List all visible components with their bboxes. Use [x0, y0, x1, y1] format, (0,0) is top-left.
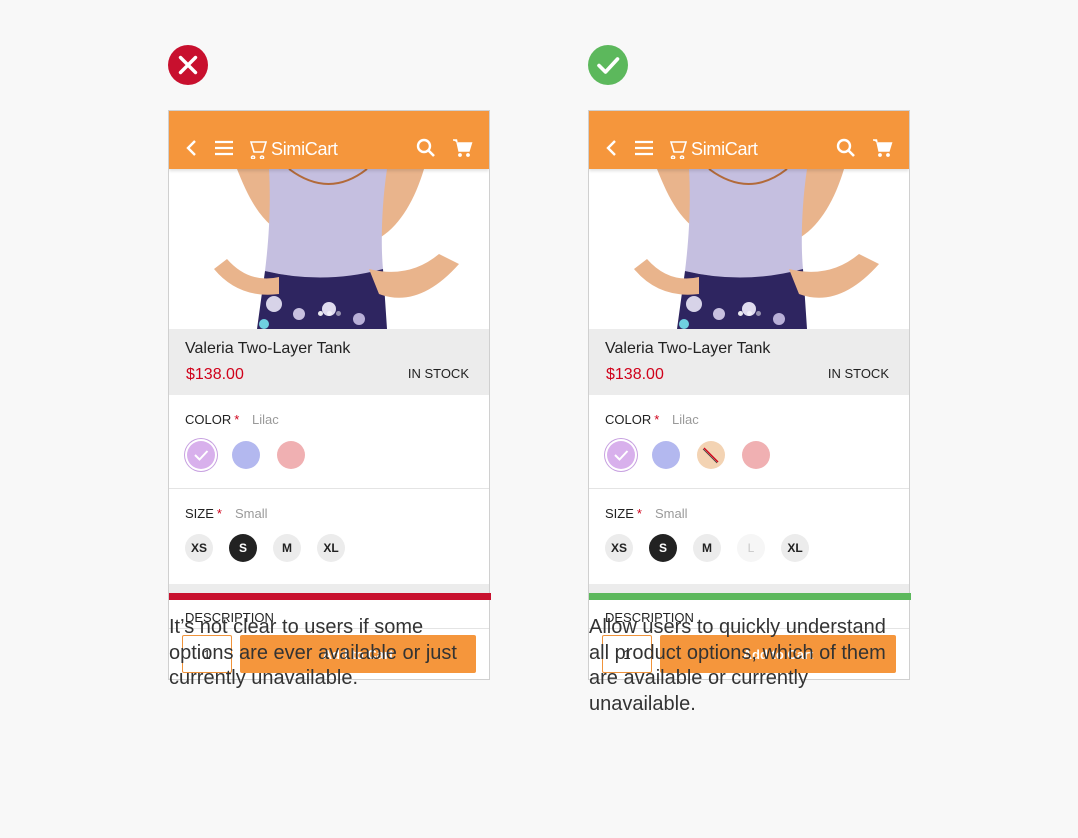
carousel-dots[interactable] — [589, 311, 909, 316]
back-arrow-icon[interactable] — [601, 137, 623, 159]
size-option-title: SIZE * — [605, 506, 642, 521]
size-chips: XS S M L XL — [605, 534, 809, 562]
size-l-unavailable[interactable]: L — [737, 534, 765, 562]
size-xs[interactable]: XS — [605, 534, 633, 562]
good-indicator-bar — [589, 593, 911, 600]
swatch-periwinkle[interactable] — [232, 441, 260, 469]
size-selected-value: Small — [235, 506, 268, 521]
size-selected-value: Small — [655, 506, 688, 521]
simicart-logo[interactable]: SimiCart — [669, 137, 758, 161]
size-xl[interactable]: XL — [317, 534, 345, 562]
simicart-logo[interactable]: SimiCart — [249, 137, 338, 161]
menu-icon[interactable] — [633, 137, 655, 159]
swatch-periwinkle[interactable] — [652, 441, 680, 469]
size-m[interactable]: M — [273, 534, 301, 562]
color-option-title: COLOR * — [185, 412, 240, 427]
product-info: Valeria Two-Layer Tank $138.00 IN STOCK — [589, 329, 909, 395]
shopping-cart-icon[interactable] — [452, 137, 474, 159]
size-option-section: SIZE * Small XS S M L XL — [589, 490, 909, 584]
good-caption: Allow users to quickly understand all pr… — [589, 616, 886, 715]
check-icon — [588, 45, 628, 85]
cart-logo-icon — [249, 141, 268, 159]
unavailable-slash-icon — [702, 447, 719, 464]
size-m[interactable]: M — [693, 534, 721, 562]
size-s[interactable]: S — [229, 534, 257, 562]
check-icon — [614, 450, 629, 461]
back-arrow-icon[interactable] — [181, 137, 203, 159]
size-xs[interactable]: XS — [185, 534, 213, 562]
swatch-lilac[interactable] — [607, 441, 635, 469]
swatch-pink[interactable] — [277, 441, 305, 469]
product-info: Valeria Two-Layer Tank $138.00 IN STOCK — [169, 329, 489, 395]
cross-icon — [168, 45, 208, 85]
product-image[interactable] — [169, 169, 489, 329]
logo-text: SimiCart — [691, 138, 758, 159]
stock-status: IN STOCK — [827, 366, 889, 381]
product-name: Valeria Two-Layer Tank — [605, 340, 771, 357]
section-divider — [169, 584, 489, 593]
product-image[interactable] — [589, 169, 909, 329]
color-option-section: COLOR * Lilac — [589, 395, 909, 489]
color-swatches — [187, 441, 305, 469]
app-bar: SimiCart — [589, 111, 909, 169]
search-icon[interactable] — [415, 137, 437, 159]
size-xl[interactable]: XL — [781, 534, 809, 562]
bad-caption: It’s not clear to users if some options … — [169, 616, 457, 690]
check-icon — [194, 450, 209, 461]
color-selected-value: Lilac — [672, 412, 699, 427]
size-s[interactable]: S — [649, 534, 677, 562]
stock-status: IN STOCK — [407, 366, 469, 381]
cart-logo-icon — [669, 141, 688, 159]
size-chips: XS S M XL — [185, 534, 345, 562]
product-price: $138.00 — [186, 366, 244, 383]
color-option-section: COLOR * Lilac — [169, 395, 489, 489]
product-price: $138.00 — [606, 366, 664, 383]
section-divider — [589, 584, 909, 593]
size-option-section: SIZE * Small XS S M XL — [169, 490, 489, 584]
menu-icon[interactable] — [213, 137, 235, 159]
swatch-lilac[interactable] — [187, 441, 215, 469]
bad-indicator-bar — [169, 593, 491, 600]
search-icon[interactable] — [835, 137, 857, 159]
swatch-pink[interactable] — [742, 441, 770, 469]
swatch-peach-unavailable[interactable] — [697, 441, 725, 469]
size-option-title: SIZE * — [185, 506, 222, 521]
app-bar: SimiCart — [169, 111, 489, 169]
carousel-dots[interactable] — [169, 311, 489, 316]
color-selected-value: Lilac — [252, 412, 279, 427]
product-name: Valeria Two-Layer Tank — [185, 340, 351, 357]
product-photo — [214, 169, 459, 329]
color-option-title: COLOR * — [605, 412, 660, 427]
logo-text: SimiCart — [271, 138, 338, 159]
shopping-cart-icon[interactable] — [872, 137, 894, 159]
color-swatches — [607, 441, 770, 469]
product-photo — [634, 169, 879, 329]
